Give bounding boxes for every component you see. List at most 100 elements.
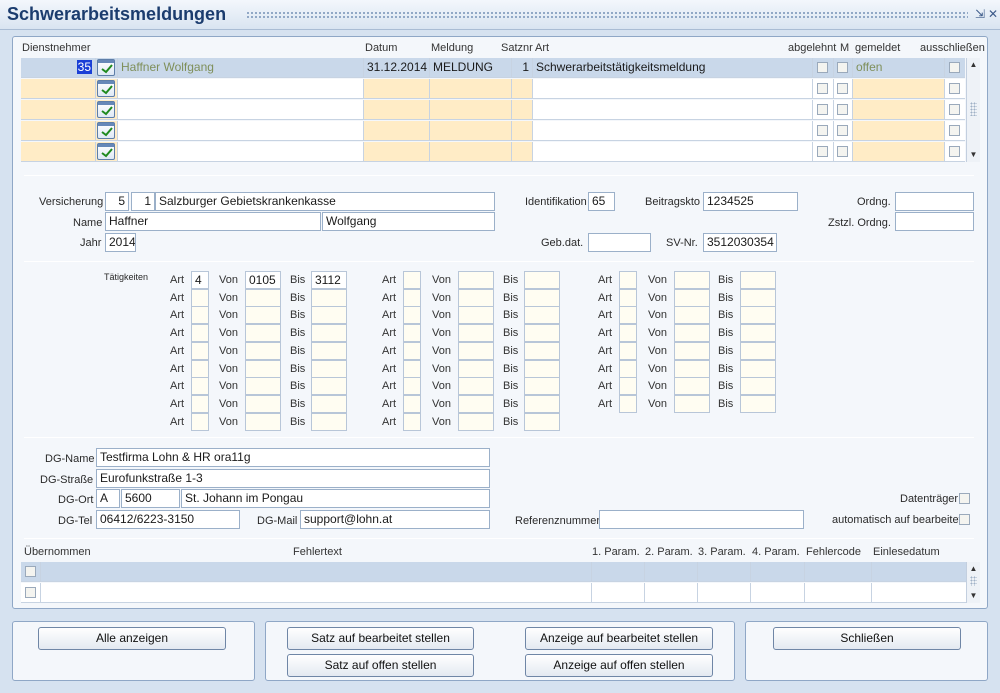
von-field[interactable]: 0105 bbox=[245, 271, 281, 289]
table-row[interactable] bbox=[21, 142, 965, 162]
row-art[interactable] bbox=[533, 100, 813, 120]
row-abgelehnt-cell[interactable] bbox=[813, 58, 834, 78]
dg-ort-field[interactable]: St. Johann im Pongau bbox=[181, 489, 490, 508]
dg-tel-field[interactable]: 06412/6223-3150 bbox=[96, 510, 240, 529]
von-field[interactable] bbox=[458, 306, 494, 324]
von-field[interactable] bbox=[245, 377, 281, 395]
row-satznr[interactable] bbox=[512, 100, 533, 120]
art-field[interactable] bbox=[403, 360, 421, 378]
row-datum[interactable] bbox=[364, 100, 430, 120]
table-row[interactable] bbox=[21, 100, 965, 120]
art-field[interactable] bbox=[191, 395, 209, 413]
von-field[interactable] bbox=[245, 289, 281, 307]
close-icon[interactable]: ✕ bbox=[988, 7, 998, 21]
dg-land-field[interactable]: A bbox=[96, 489, 120, 508]
row-datum[interactable] bbox=[364, 142, 430, 162]
versicherung-b-field[interactable]: 1 bbox=[131, 192, 155, 211]
bis-field[interactable] bbox=[311, 360, 347, 378]
table-row[interactable] bbox=[21, 121, 965, 141]
dg-plz-field[interactable]: 5600 bbox=[121, 489, 180, 508]
von-field[interactable] bbox=[245, 360, 281, 378]
von-field[interactable] bbox=[674, 271, 710, 289]
art-field[interactable] bbox=[619, 289, 637, 307]
m-checkbox[interactable] bbox=[837, 83, 848, 94]
p2-cell[interactable] bbox=[645, 583, 698, 603]
row-nr[interactable] bbox=[21, 100, 96, 120]
abgelehnt-checkbox[interactable] bbox=[817, 104, 828, 115]
art-field[interactable] bbox=[619, 306, 637, 324]
ausschliessen-checkbox[interactable] bbox=[949, 83, 960, 94]
m-checkbox[interactable] bbox=[837, 62, 848, 73]
von-field[interactable] bbox=[458, 324, 494, 342]
dg-mail-field[interactable]: support@lohn.at bbox=[300, 510, 490, 529]
satz-offen-button[interactable]: Satz auf offen stellen bbox=[287, 654, 474, 677]
fehler-scrollbar[interactable]: ▲ ▼ bbox=[966, 562, 980, 603]
von-field[interactable] bbox=[458, 413, 494, 431]
art-field[interactable] bbox=[191, 306, 209, 324]
arrow-down-icon[interactable]: ▼ bbox=[967, 149, 980, 161]
row-nr[interactable] bbox=[21, 79, 96, 99]
vorname-field[interactable]: Wolfgang bbox=[322, 212, 495, 231]
bis-field[interactable] bbox=[524, 289, 560, 307]
row-abgelehnt-cell[interactable] bbox=[813, 79, 834, 99]
art-field[interactable] bbox=[619, 324, 637, 342]
von-field[interactable] bbox=[245, 395, 281, 413]
p3-cell[interactable] bbox=[698, 562, 751, 582]
row-name[interactable] bbox=[118, 79, 364, 99]
von-field[interactable] bbox=[458, 271, 494, 289]
von-field[interactable] bbox=[458, 342, 494, 360]
row-datum[interactable] bbox=[364, 121, 430, 141]
table-row[interactable]: 35 Haffner Wolfgang 31.12.2014 MELDUNG 1… bbox=[21, 58, 965, 78]
abgelehnt-checkbox[interactable] bbox=[817, 125, 828, 136]
check-document-icon[interactable] bbox=[97, 143, 115, 160]
bis-field[interactable] bbox=[311, 342, 347, 360]
row-m-cell[interactable] bbox=[834, 142, 853, 162]
beitragskto-field[interactable]: 1234525 bbox=[703, 192, 798, 211]
fehlertext-cell[interactable] bbox=[41, 562, 592, 582]
art-field[interactable]: 4 bbox=[191, 271, 209, 289]
bis-field[interactable] bbox=[740, 324, 776, 342]
bis-field[interactable] bbox=[311, 413, 347, 431]
bis-field[interactable] bbox=[740, 271, 776, 289]
bis-field[interactable] bbox=[311, 395, 347, 413]
satz-bearbeitet-button[interactable]: Satz auf bearbeitet stellen bbox=[287, 627, 474, 650]
bis-field[interactable] bbox=[524, 342, 560, 360]
von-field[interactable] bbox=[674, 342, 710, 360]
bis-field[interactable] bbox=[311, 306, 347, 324]
von-field[interactable] bbox=[674, 360, 710, 378]
zstzl-field[interactable] bbox=[895, 212, 974, 231]
row-ausschliessen-cell[interactable] bbox=[945, 142, 965, 162]
anzeige-offen-button[interactable]: Anzeige auf offen stellen bbox=[525, 654, 713, 677]
ausschliessen-checkbox[interactable] bbox=[949, 62, 960, 73]
row-datum[interactable]: 31.12.2014 bbox=[364, 58, 430, 78]
row-ausschliessen-cell[interactable] bbox=[945, 100, 965, 120]
von-field[interactable] bbox=[674, 377, 710, 395]
art-field[interactable] bbox=[403, 271, 421, 289]
row-meldung[interactable] bbox=[430, 121, 512, 141]
row-check-cell[interactable] bbox=[96, 121, 118, 141]
check-document-icon[interactable] bbox=[97, 80, 115, 97]
row-abgelehnt-cell[interactable] bbox=[813, 100, 834, 120]
row-ausschliessen-cell[interactable] bbox=[945, 121, 965, 141]
von-field[interactable] bbox=[674, 395, 710, 413]
row-datum[interactable] bbox=[364, 79, 430, 99]
von-field[interactable] bbox=[458, 377, 494, 395]
bis-field[interactable] bbox=[740, 377, 776, 395]
row-m-cell[interactable] bbox=[834, 100, 853, 120]
von-field[interactable] bbox=[674, 306, 710, 324]
row-gemeldet[interactable] bbox=[853, 121, 945, 141]
art-field[interactable] bbox=[619, 360, 637, 378]
ausschliessen-checkbox[interactable] bbox=[949, 125, 960, 136]
row-nr-cell[interactable]: 35 bbox=[21, 58, 96, 78]
check-document-icon[interactable] bbox=[97, 122, 115, 139]
row-abgelehnt-cell[interactable] bbox=[813, 142, 834, 162]
row-check-cell[interactable] bbox=[96, 58, 118, 78]
von-field[interactable] bbox=[458, 289, 494, 307]
fehler-row[interactable] bbox=[21, 562, 966, 582]
row-abgelehnt-cell[interactable] bbox=[813, 121, 834, 141]
bis-field[interactable] bbox=[740, 342, 776, 360]
row-m-cell[interactable] bbox=[834, 58, 853, 78]
schliessen-button[interactable]: Schließen bbox=[773, 627, 961, 650]
p1-cell[interactable] bbox=[592, 562, 645, 582]
fehlertext-cell[interactable] bbox=[41, 583, 592, 603]
